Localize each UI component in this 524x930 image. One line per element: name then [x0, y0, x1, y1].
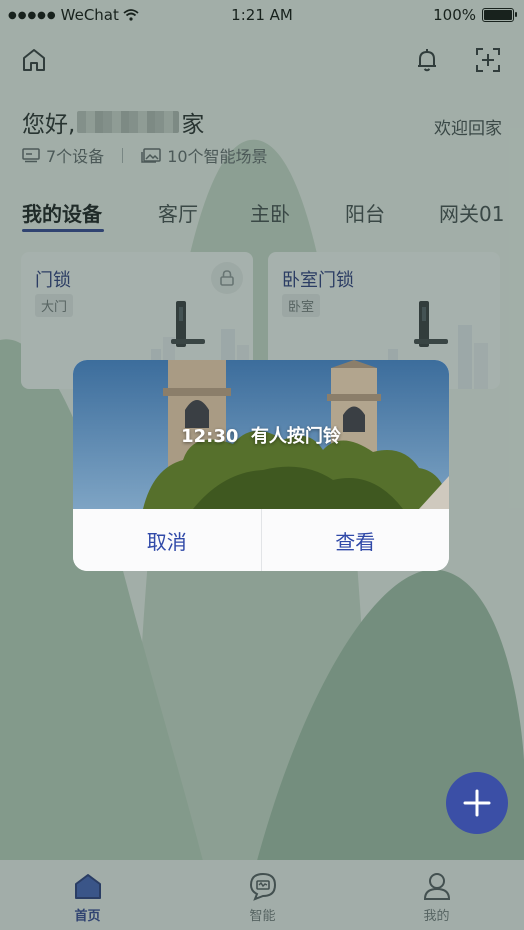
dialog-actions: 取消 查看: [73, 509, 449, 571]
add-device-button[interactable]: [446, 772, 508, 834]
view-button[interactable]: 查看: [262, 509, 450, 571]
doorbell-text: 有人按门铃: [250, 426, 341, 447]
cancel-button[interactable]: 取消: [73, 509, 261, 571]
doorbell-alert-dialog: 12:30 有人按门铃 取消 查看: [73, 360, 449, 571]
doorbell-time: 12:30: [181, 426, 239, 447]
doorbell-message: 12:30 有人按门铃: [73, 422, 449, 448]
plus-icon: [463, 789, 491, 817]
